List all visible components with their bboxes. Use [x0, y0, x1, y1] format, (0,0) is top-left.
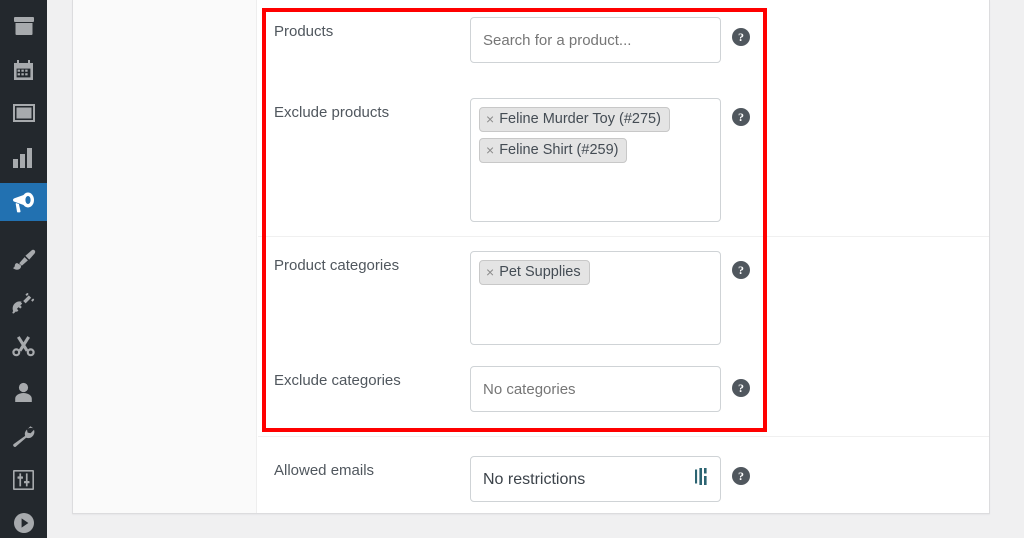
chip-label: Feline Murder Toy (#275)	[499, 111, 661, 127]
chip-exclude-product[interactable]: × Feline Murder Toy (#275)	[479, 107, 670, 132]
field-label-exclude-categories: Exclude categories	[274, 372, 401, 389]
sidebar-item-tools[interactable]	[0, 417, 47, 455]
chip-remove-icon[interactable]: ×	[486, 143, 494, 157]
field-row-exclude-products: Exclude products × Feline Murder Toy (#2…	[258, 90, 989, 236]
chip-exclude-product[interactable]: × Feline Shirt (#259)	[479, 138, 628, 163]
field-label-allowed-emails: Allowed emails	[274, 462, 375, 479]
screen-root: Products Search for a product... ? Exclu…	[0, 0, 1024, 538]
product-categories-chips: × Pet Supplies	[479, 258, 712, 289]
usage-restriction-panel: Products Search for a product... ? Exclu…	[72, 0, 990, 514]
chip-product-category[interactable]: × Pet Supplies	[479, 260, 590, 285]
field-row-exclude-categories: Exclude categories No categories ?	[258, 352, 989, 436]
field-row-products: Products Search for a product... ?	[258, 0, 989, 90]
scissors-icon	[12, 335, 35, 357]
help-tip-icon-exclude-categories[interactable]: ?	[732, 379, 750, 397]
panel-fields-column: Products Search for a product... ? Exclu…	[258, 0, 989, 513]
chip-label: Pet Supplies	[499, 264, 581, 280]
wrench-icon	[12, 425, 35, 447]
admin-sidebar	[0, 0, 55, 538]
calendar-icon	[13, 59, 34, 81]
field-row-product-categories: Product categories × Pet Supplies ?	[258, 236, 989, 352]
plug-icon	[12, 292, 35, 314]
field-label-products: Products	[274, 23, 334, 40]
panel-tabs-column	[73, 0, 257, 513]
field-row-allowed-emails: Allowed emails No restrictions ?	[258, 436, 989, 514]
chip-remove-icon[interactable]: ×	[486, 112, 494, 126]
allowed-emails-input[interactable]: No restrictions	[470, 456, 721, 502]
allowed-emails-value: No restrictions	[483, 470, 586, 488]
sidebar-item-plugins[interactable]	[0, 284, 47, 322]
exclude-categories-select[interactable]: No categories	[470, 366, 721, 412]
exclude-categories-placeholder: No categories	[483, 380, 576, 398]
sidebar-item-settings[interactable]	[0, 461, 47, 499]
product-categories-multiselect[interactable]: × Pet Supplies	[470, 251, 721, 345]
archive-icon	[13, 16, 35, 36]
chip-remove-icon[interactable]: ×	[486, 265, 494, 279]
products-placeholder: Search for a product...	[483, 31, 632, 49]
exclude-products-chips: × Feline Murder Toy (#275) × Feline Shir…	[479, 105, 712, 167]
sliders-icon	[13, 470, 34, 490]
sidebar-item-analytics[interactable]	[0, 139, 47, 177]
sidebar-item-marketing[interactable]	[0, 183, 55, 221]
sidebar-item-appearance[interactable]	[0, 241, 47, 279]
help-tip-icon-products[interactable]: ?	[732, 28, 750, 46]
field-control-exclude-categories: No categories	[470, 366, 721, 412]
play-circle-icon	[13, 512, 35, 534]
products-search-input[interactable]: Search for a product...	[470, 17, 721, 63]
sidebar-item-users[interactable]	[0, 373, 47, 411]
field-control-products: Search for a product...	[470, 17, 721, 63]
resize-handle-icon[interactable]	[695, 468, 708, 490]
field-control-allowed-emails: No restrictions	[470, 456, 721, 502]
field-label-product-categories: Product categories	[274, 257, 400, 274]
exclude-products-multiselect[interactable]: × Feline Murder Toy (#275) × Feline Shir…	[470, 98, 721, 222]
cash-icon	[12, 104, 35, 122]
help-tip-icon-allowed-emails[interactable]: ?	[732, 467, 750, 485]
sidebar-item-coupons[interactable]	[0, 327, 47, 365]
field-control-product-categories: × Pet Supplies	[470, 251, 721, 345]
help-tip-icon-product-categories[interactable]: ?	[732, 261, 750, 279]
help-tip-icon-exclude-products[interactable]: ?	[732, 108, 750, 126]
sidebar-item-media[interactable]	[0, 504, 47, 538]
paintbrush-icon	[12, 249, 36, 271]
page-content: Products Search for a product... ? Exclu…	[47, 0, 1024, 538]
sidebar-item-calendar[interactable]	[0, 51, 47, 89]
sidebar-item-archive[interactable]	[0, 7, 47, 45]
user-icon	[13, 382, 34, 403]
sidebar-item-payments[interactable]	[0, 94, 47, 132]
megaphone-icon	[12, 192, 36, 213]
chip-label: Feline Shirt (#259)	[499, 142, 619, 158]
field-label-exclude-products: Exclude products	[274, 104, 390, 121]
field-control-exclude-products: × Feline Murder Toy (#275) × Feline Shir…	[470, 98, 721, 222]
bar-chart-icon	[13, 148, 34, 168]
